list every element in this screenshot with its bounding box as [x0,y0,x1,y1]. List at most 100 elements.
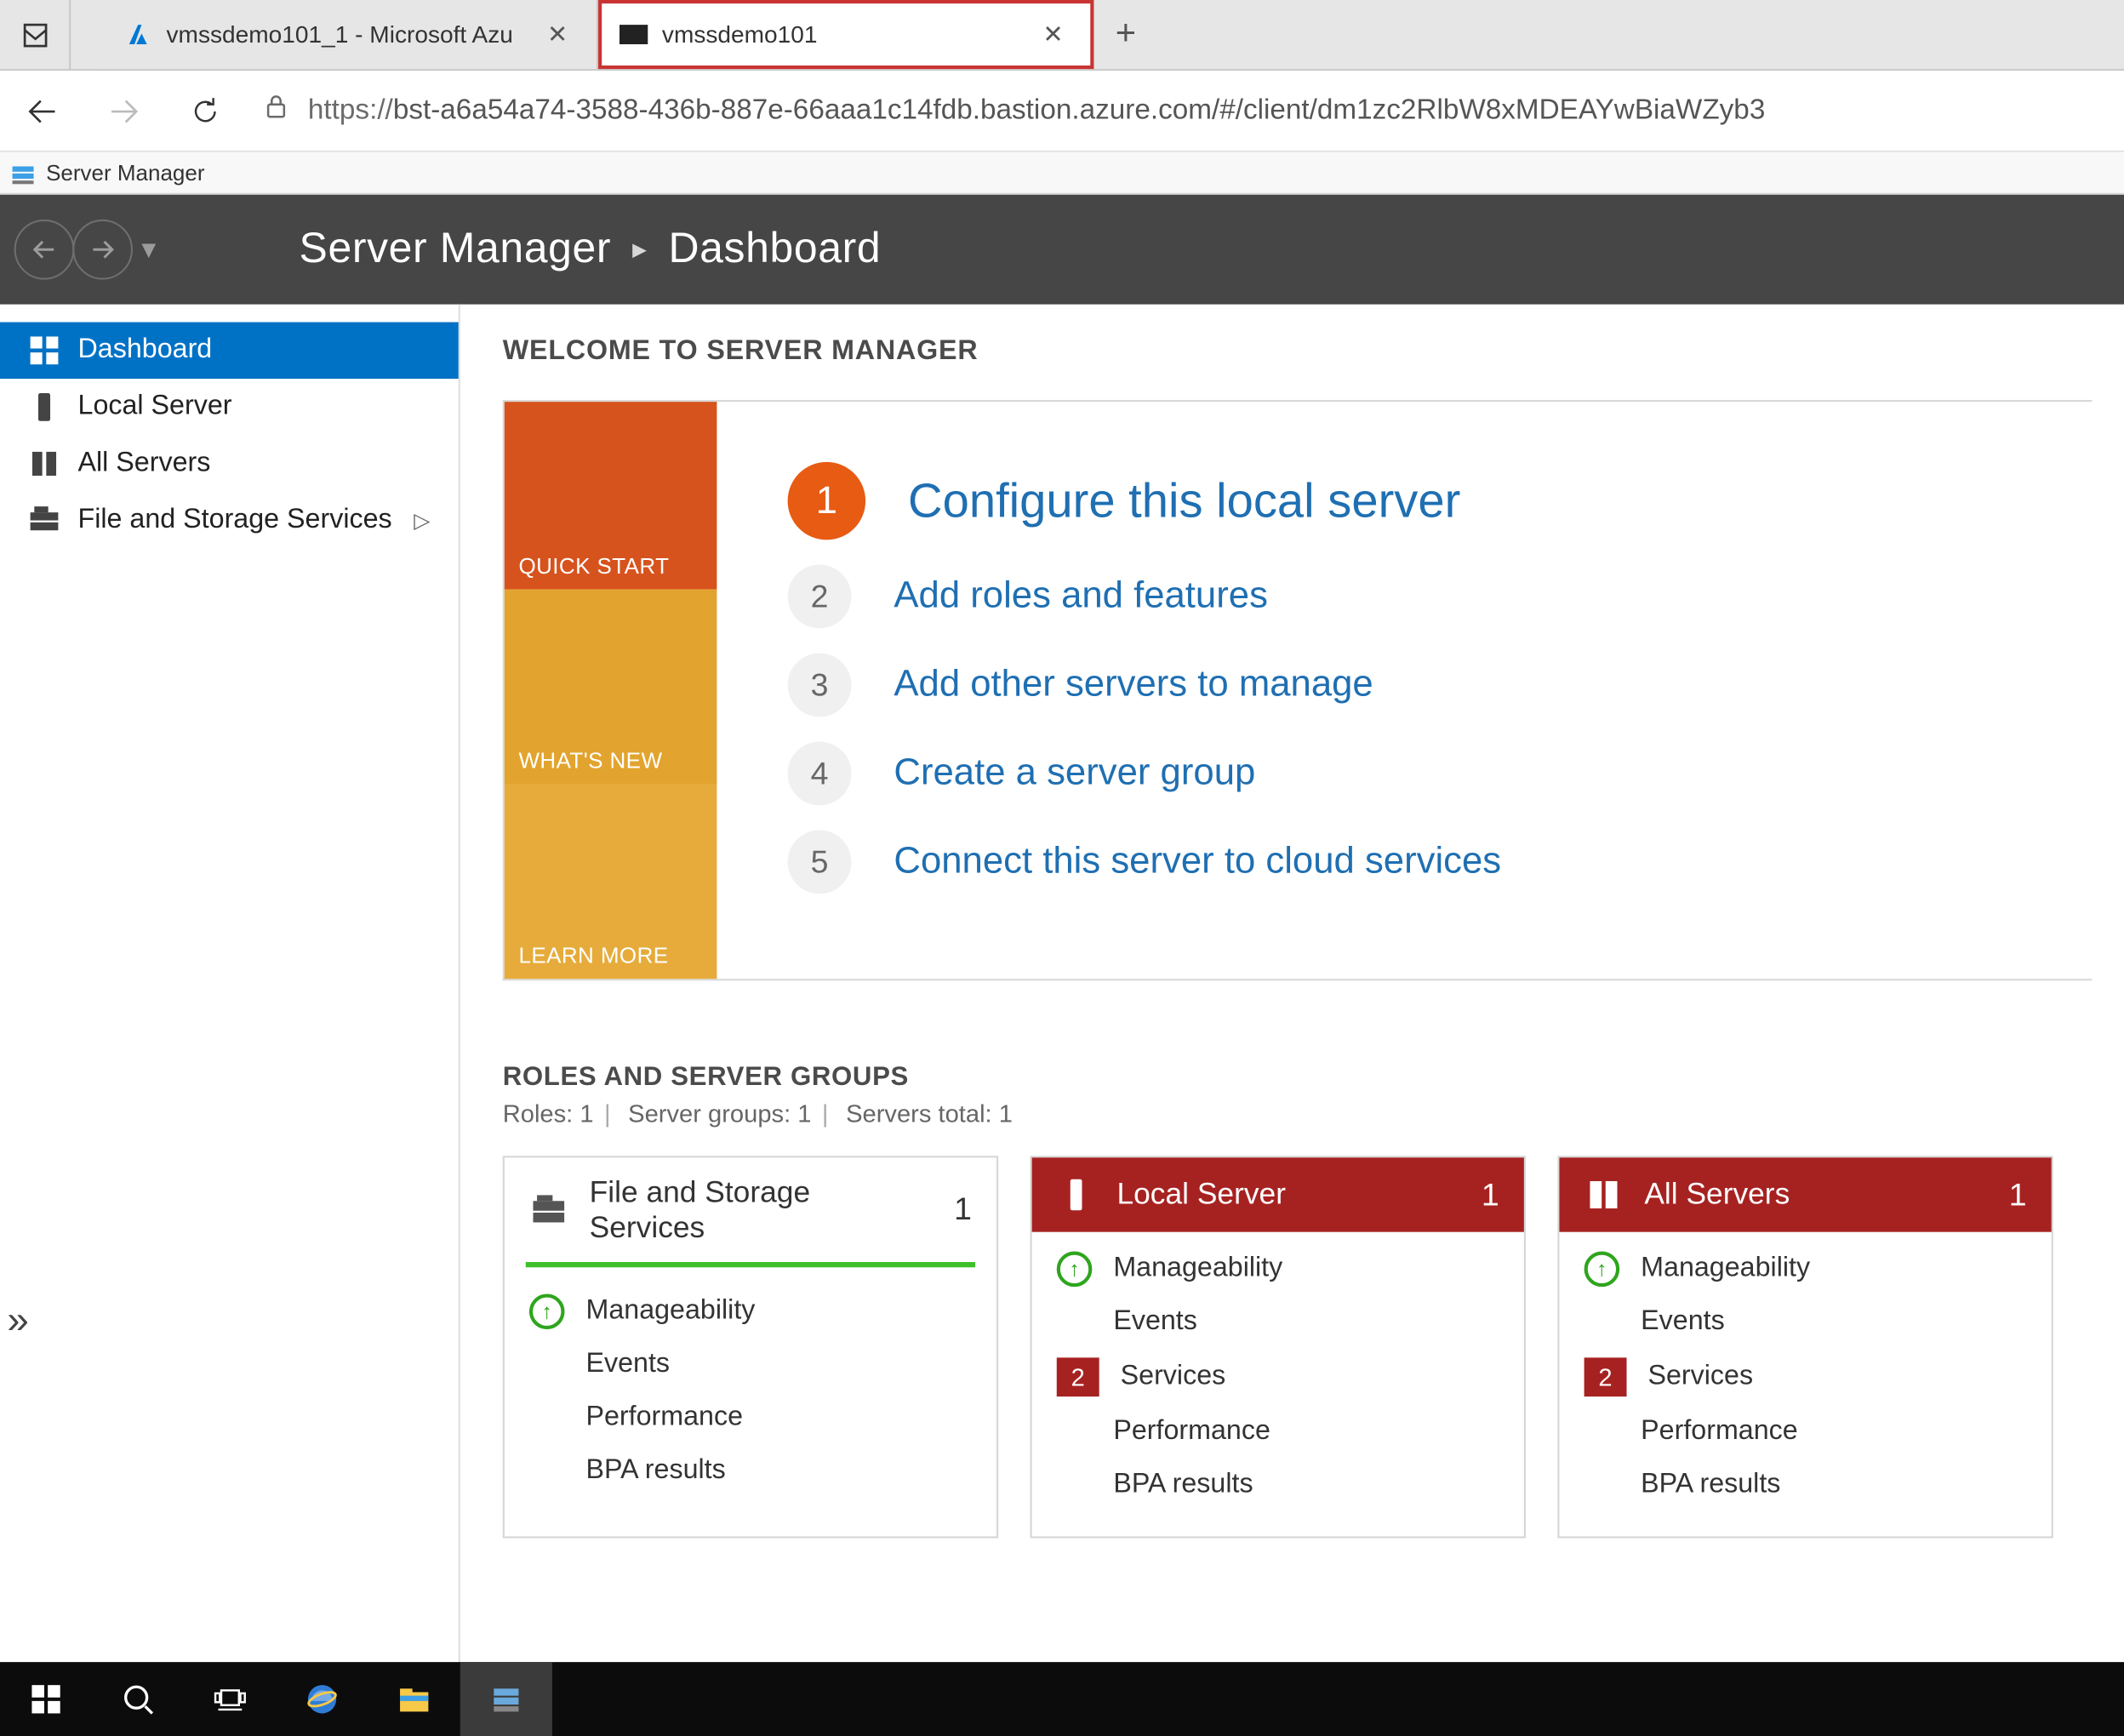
taskbar-server-manager[interactable] [460,1662,552,1736]
learn-more-tile[interactable]: LEARN MORE [505,784,717,979]
row-spacer [1584,1467,1620,1503]
taskbar-explorer[interactable] [368,1662,460,1736]
sidebar-expand-button[interactable]: » [7,1298,28,1344]
row-spacer [1057,1414,1093,1450]
tab-actions-button[interactable] [0,0,71,69]
tab-divider [71,0,102,69]
tile-header: All Servers 1 [1559,1157,2051,1231]
close-icon[interactable]: ✕ [540,17,575,53]
browser-toolbar: https://bst-a6a54a74-3588-436b-887e-66aa… [0,71,2124,152]
browser-tab-bastion[interactable]: vmssdemo101 ✕ [598,0,1093,69]
tile-row-label: Services [1121,1362,1226,1393]
refresh-button[interactable] [180,86,230,135]
quick-start-panel: QUICK START WHAT'S NEW LEARN MORE 1 Conf… [503,400,2093,980]
sidebar-item-label: Local Server [78,391,232,423]
tile-label: QUICK START [518,554,669,579]
tile-row[interactable]: Performance [1057,1406,1499,1459]
sidebar-item-dashboard[interactable]: Dashboard [0,323,459,380]
tile-row-label: Events [585,1349,670,1380]
tile-row[interactable]: Events [1584,1296,2027,1349]
quick-start-tile[interactable]: QUICK START [505,402,717,589]
tile-count: 1 [2009,1176,2027,1213]
quick-start-steps: 1 Configure this local server 2 Add roles… [717,402,2092,979]
tile-rows: ↑Manageability Events Performance BPA resul… [505,1275,996,1522]
sidebar-item-label: File and Storage Services [78,505,392,536]
sidebar-item-all-servers[interactable]: All Servers [0,436,459,493]
whats-new-tile[interactable]: WHAT'S NEW [505,590,717,785]
task-view-button[interactable] [184,1662,276,1736]
sidebar-item-file-storage[interactable]: File and Storage Services ▷ [0,492,459,549]
row-spacer [1584,1305,1620,1340]
quick-start-step[interactable]: 2 Add roles and features [788,565,2093,629]
role-tile[interactable]: Local Server 1 ↑Manageability Events 2Serv… [1031,1156,1526,1538]
search-button[interactable] [92,1662,184,1736]
tile-row[interactable]: Performance [529,1391,972,1444]
sidebar-item-label: Dashboard [78,334,213,366]
alert-badge: 2 [1584,1357,1627,1396]
tab-title: vmssdemo101_1 - Microsoft Azu [167,21,526,48]
tile-row-label: Performance [585,1402,743,1434]
tile-header: Local Server 1 [1032,1157,1524,1231]
tile-row-label: BPA results [1113,1469,1253,1500]
tile-row[interactable]: Events [529,1339,972,1391]
sidebar-item-local-server[interactable]: Local Server [0,379,459,436]
server-manager-icon [10,160,35,185]
close-icon[interactable]: ✕ [1036,17,1071,53]
url-text: bst-a6a54a74-3588-436b-887e-66aaa1c14fdb… [393,94,1766,124]
tile-row[interactable]: ↑Manageability [529,1285,972,1338]
dashboard-icon [28,334,60,366]
breadcrumb-root[interactable]: Server Manager [300,225,612,274]
back-button[interactable] [18,86,67,135]
tile-row[interactable]: ↑Manageability [1057,1242,1499,1295]
tile-row-label: Events [1641,1306,1725,1338]
sidebar-item-label: All Servers [78,448,211,479]
quick-start-step[interactable]: 5 Connect this server to cloud services [788,831,2093,894]
step-label: Add other servers to manage [894,664,1373,706]
step-label: Add roles and features [894,575,1268,618]
role-tile[interactable]: File and Storage Services 1 ↑Manageabili… [503,1156,998,1538]
chevron-right-icon: ▷ [414,508,430,533]
url-scheme: https:// [308,94,393,124]
remote-window-caption: Server Manager [0,152,2124,195]
tile-row-label: Events [1113,1306,1197,1338]
tile-row[interactable]: Events [1057,1296,1499,1349]
row-spacer [1057,1467,1093,1503]
sidebar: Dashboard Local Server All Servers File … [0,305,460,1662]
taskbar-ie[interactable] [276,1662,368,1736]
role-tile[interactable]: All Servers 1 ↑Manageability Events 2Servi… [1557,1156,2053,1538]
browser-tab-strip: vmssdemo101_1 - Microsoft Azu ✕ vmssdemo… [0,0,2124,71]
windows-taskbar [0,1662,2124,1736]
address-bar[interactable]: https://bst-a6a54a74-3588-436b-887e-66aa… [262,92,2093,129]
step-number: 5 [788,831,852,894]
tile-row[interactable]: Performance [1584,1406,2027,1459]
tile-rows: ↑Manageability Events 2ServicesPerformance… [1032,1232,1524,1537]
row-spacer [529,1347,565,1383]
tile-row[interactable]: ↑Manageability [1584,1242,2027,1295]
row-spacer [1057,1305,1093,1340]
tile-row[interactable]: BPA results [1584,1459,2027,1511]
roles-subheading: Roles: 1| Server groups: 1| Servers tota… [503,1099,2124,1128]
quick-start-tiles: QUICK START WHAT'S NEW LEARN MORE [505,402,717,979]
tile-title: Local Server [1116,1178,1459,1213]
terminal-icon [620,20,648,49]
new-tab-button[interactable]: + [1093,0,1157,69]
tile-row-label: Manageability [1113,1253,1282,1285]
tile-row[interactable]: 2Services [1057,1349,1499,1406]
nav-back-button[interactable] [14,220,75,280]
browser-tab-azure[interactable]: vmssdemo101_1 - Microsoft Azu ✕ [103,0,598,69]
nav-history-button[interactable]: ▾ [136,231,161,267]
tile-row[interactable]: BPA results [529,1444,972,1497]
tile-count: 1 [954,1191,972,1229]
quick-start-step[interactable]: 3 Add other servers to manage [788,654,2093,717]
remote-caption-text: Server Manager [46,160,204,185]
tile-count: 1 [1482,1176,1499,1213]
nav-forward-button[interactable] [72,220,133,280]
status-up-icon: ↑ [1584,1252,1620,1288]
quick-start-step[interactable]: 1 Configure this local server [788,462,2093,540]
quick-start-step[interactable]: 4 Create a server group [788,742,2093,806]
tile-header: File and Storage Services 1 [505,1157,996,1262]
tile-row[interactable]: BPA results [1057,1459,1499,1511]
start-button[interactable] [0,1662,92,1736]
tile-row[interactable]: 2Services [1584,1349,2027,1406]
forward-button[interactable] [99,86,148,135]
